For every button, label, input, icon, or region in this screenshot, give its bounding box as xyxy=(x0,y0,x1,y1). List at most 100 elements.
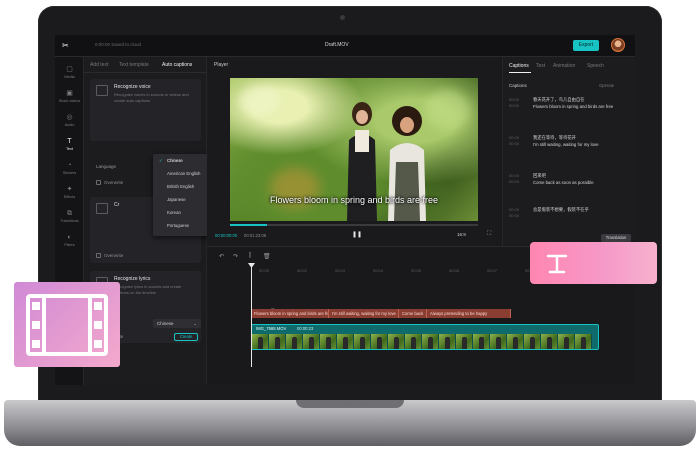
stickers-icon: ◔ xyxy=(67,162,72,169)
clip-thumbnail xyxy=(252,334,269,349)
clip-thumbnail xyxy=(439,334,456,349)
voice-icon xyxy=(96,85,108,96)
rail-item-transitions[interactable]: ⧉ Transitions xyxy=(55,209,84,223)
clip-thumbnail xyxy=(320,334,337,349)
media-icon: ▢ xyxy=(66,66,73,73)
recognize-voice-title: Recognize voice xyxy=(114,84,151,90)
tab-text-template[interactable]: Text template xyxy=(119,62,149,68)
text-panel-tabs: Add text Text template Auto captions xyxy=(84,57,207,73)
stage: MacBook Pro ✂ 0:00:00 Saved to cloud Dra… xyxy=(0,0,700,450)
ruler-tick: 00:02 xyxy=(297,268,308,273)
current-time: 00:00:00:00 xyxy=(215,233,238,238)
rail-item-effects[interactable]: ✦ Effects xyxy=(55,185,84,199)
video-caption: Flowers bloom in spring and birds are fr… xyxy=(269,195,439,205)
overwrite-checkbox[interactable]: Overwrite xyxy=(96,180,123,186)
recognize-lyrics-description: Recognize lyrics in sounds and create ca… xyxy=(114,284,182,295)
rail-item-stock-videos[interactable]: ▣ Stock videos xyxy=(55,89,84,103)
rail-item-stickers[interactable]: ◔ Stickers xyxy=(55,161,84,175)
clip-thumbnail xyxy=(303,334,320,349)
progress-fill xyxy=(230,224,268,226)
language-label: Language xyxy=(96,164,117,169)
rail-item-media[interactable]: ▢ Media xyxy=(55,65,84,79)
player-panel: Player Flowers bloom in spring and birds… xyxy=(207,57,502,246)
ruler-tick: 00:05 xyxy=(411,268,422,273)
subtitle-segment[interactable]: Always pretending to be happy xyxy=(427,309,511,318)
bokeh-light xyxy=(240,86,280,116)
caption-text[interactable]: 回来吧 Come back as soon as possible xyxy=(533,173,625,186)
video-preview[interactable]: Flowers bloom in spring and birds are fr… xyxy=(230,78,478,221)
recognize-voice-description: Recognize voices in sounds or videos and… xyxy=(114,92,189,103)
text-icon: T xyxy=(67,138,72,145)
clip-duration: 00:00:23 xyxy=(297,326,314,331)
clip-thumbnail xyxy=(422,334,439,349)
filters-icon: ◐ xyxy=(67,234,72,241)
lyrics-language-select[interactable]: Chinese ⌄ xyxy=(153,319,201,328)
tab-add-text[interactable]: Add text xyxy=(90,62,108,68)
subtitle-track[interactable]: Flowers bloom in spring and birds are fr… xyxy=(251,309,511,318)
subtitle-segment[interactable]: Flowers bloom in spring and birds are fr… xyxy=(251,309,329,318)
split-icon[interactable]: ⫿ xyxy=(249,253,251,260)
export-button[interactable]: Export xyxy=(573,40,599,51)
undo-icon[interactable]: ↶ xyxy=(219,253,224,260)
film-strip-icon xyxy=(26,294,108,356)
subtitle-segment[interactable]: Come back xyxy=(399,309,427,318)
tab-animation[interactable]: Animation xyxy=(553,63,575,69)
delete-icon[interactable]: 🗑 xyxy=(263,253,271,260)
active-tab-indicator xyxy=(509,72,531,73)
clip-name: IMG_7568.MOV xyxy=(256,326,287,331)
caption-text[interactable]: 春天花开了，鸟儿自由自在 Flowers bloom in spring and… xyxy=(533,97,625,110)
aspect-ratio-select[interactable]: 16:9 xyxy=(457,232,466,237)
caption-time: 00:00 00:00 xyxy=(509,97,520,108)
stock-icon: ▣ xyxy=(66,90,73,97)
translation-button[interactable]: Translation xyxy=(601,234,631,242)
overwrite-checkbox-2[interactable]: Overwrite xyxy=(96,253,123,259)
clip-thumbnail xyxy=(269,334,286,349)
second-card-title: Cr xyxy=(114,202,120,208)
play-pause-icon[interactable]: ❚❚ xyxy=(352,231,362,238)
total-time: 00:01:23:08 xyxy=(244,233,267,238)
recognize-voice-card: Recognize voice Recognize voices in soun… xyxy=(90,79,201,141)
tab-text[interactable]: Text xyxy=(536,63,545,69)
rail-item-text[interactable]: T Text xyxy=(55,137,84,151)
clip-thumbnail xyxy=(558,334,575,349)
caption-time: 00:00 00:00 xyxy=(509,135,520,146)
avatar[interactable] xyxy=(611,38,625,52)
caption-text[interactable]: 总是假装不想要，假装不在乎 xyxy=(533,207,625,214)
ruler-tick: 00:04 xyxy=(373,268,384,273)
clip-thumbnail xyxy=(456,334,473,349)
top-bar: ✂ 0:00:00 Saved to cloud Draft.MOV Expor… xyxy=(55,35,635,57)
tab-captions[interactable]: Captions xyxy=(509,63,529,69)
app-window: ✂ 0:00:00 Saved to cloud Draft.MOV Expor… xyxy=(55,35,635,385)
camera-dot xyxy=(340,15,345,20)
video-clip[interactable]: IMG_7568.MOV 00:00:23 xyxy=(251,324,599,350)
playhead[interactable] xyxy=(251,265,252,367)
subtitle-segment[interactable]: I'm still waiting, waiting for my love xyxy=(329,309,399,318)
transitions-icon: ⧉ xyxy=(67,210,72,217)
checkbox-box[interactable] xyxy=(96,180,101,186)
clip-thumbnail xyxy=(575,334,592,349)
clip-thumbnail xyxy=(388,334,405,349)
tab-speech[interactable]: Speech xyxy=(587,63,604,69)
redo-icon[interactable]: ↷ xyxy=(233,253,238,260)
bokeh-light xyxy=(425,90,470,130)
captions-subheader: Captions xyxy=(509,83,527,88)
clip-thumbnail xyxy=(286,334,303,349)
tab-auto-captions[interactable]: Auto captions xyxy=(162,62,192,68)
captions-operate[interactable]: Operate xyxy=(599,83,614,88)
clip-thumbnails xyxy=(252,334,598,349)
laptop-brand: MacBook Pro xyxy=(326,402,374,409)
ruler-tick: 00:03 xyxy=(335,268,346,273)
caption-time: 00:00 00:00 xyxy=(509,173,520,184)
create-lyrics-button[interactable]: Create xyxy=(174,333,198,341)
checkbox-box[interactable] xyxy=(96,253,101,259)
project-title[interactable]: Draft.MOV xyxy=(325,42,349,48)
player-progress-bar[interactable] xyxy=(230,224,478,226)
app-logo-icon[interactable]: ✂ xyxy=(62,42,72,50)
clip-thumbnail xyxy=(473,334,490,349)
rail-item-audio[interactable]: ◎ Audio xyxy=(55,113,84,127)
save-status: 0:00:00 Saved to cloud xyxy=(95,42,142,47)
clip-thumbnail xyxy=(541,334,558,349)
fullscreen-icon[interactable]: ⛶ xyxy=(487,231,491,238)
caption-text[interactable]: 我还在等待，等待花开 I'm still waiting, waiting fo… xyxy=(533,135,625,148)
rail-item-filters[interactable]: ◐ Filters xyxy=(55,233,84,247)
